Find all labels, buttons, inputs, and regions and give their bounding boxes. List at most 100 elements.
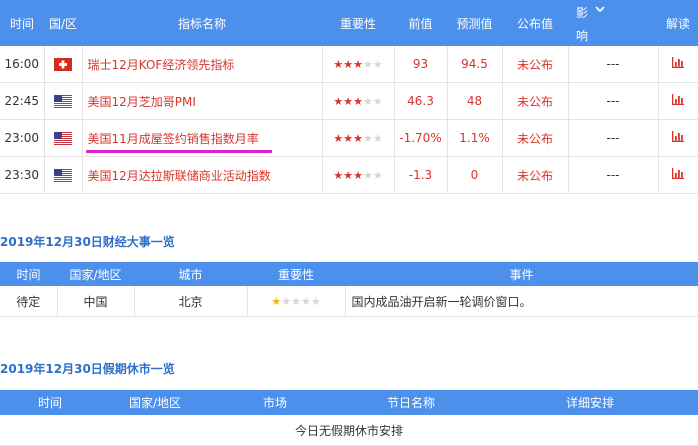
- events-header-time: 时间: [0, 262, 57, 286]
- usa-flag-icon: [54, 132, 72, 145]
- star-icon: ★: [353, 58, 363, 71]
- events-header-importance: 重要性: [247, 262, 345, 286]
- header-importance: 重要性: [322, 0, 394, 46]
- indicator-row: 23:30 美国12月达拉斯联储商业活动指数 ★★★★★ -1.3 0 未公布 ---: [0, 156, 698, 194]
- row-impact: ---: [568, 46, 659, 83]
- header-region: 国/区: [44, 0, 82, 46]
- header-impact[interactable]: 影 响: [568, 0, 658, 46]
- holidays-header-details: 详细安排: [482, 390, 698, 415]
- row-analysis[interactable]: [658, 82, 698, 120]
- holidays-empty-text: 今日无假期休市安排: [0, 415, 698, 446]
- highlight-underline: [86, 150, 272, 153]
- star-icon: ★: [362, 58, 373, 71]
- row-actual: 未公布: [502, 119, 569, 157]
- star-icon: ★: [372, 95, 383, 108]
- star-icon: ★: [362, 169, 373, 182]
- row-actual: 未公布: [502, 46, 569, 83]
- holidays-title: 2019年12月30日假期休市一览: [0, 362, 175, 376]
- holidays-header-time: 时间: [0, 390, 100, 415]
- holidays-header-market: 市场: [210, 390, 340, 415]
- row-actual: 未公布: [502, 82, 569, 120]
- star-icon: ★: [281, 295, 292, 308]
- row-forecast: 48: [447, 82, 503, 120]
- star-icon: ★: [343, 95, 354, 108]
- holidays-table: 时间 国家/地区 市场 节日名称 详细安排 今日无假期休市安排: [0, 390, 698, 446]
- row-flag: [44, 156, 83, 194]
- events-header-city: 城市: [134, 262, 247, 286]
- bar-chart-icon[interactable]: [672, 57, 685, 71]
- star-icon: ★: [362, 132, 373, 145]
- event-time: 待定: [0, 286, 58, 317]
- header-previous: 前值: [394, 0, 447, 46]
- events-header-row: 时间 国家/地区 城市 重要性 事件: [0, 262, 698, 286]
- row-flag: [44, 119, 83, 157]
- row-forecast: 1.1%: [447, 119, 503, 157]
- header-analysis: 解读: [658, 0, 698, 46]
- holidays-empty-row: 今日无假期休市安排: [0, 415, 698, 446]
- row-analysis[interactable]: [658, 156, 698, 194]
- star-icon: ★: [343, 132, 354, 145]
- star-icon: ★: [333, 169, 344, 182]
- star-icon: ★: [372, 132, 383, 145]
- star-icon: ★: [353, 132, 363, 145]
- events-title: 2019年12月30日财经大事一览: [0, 235, 175, 249]
- holidays-header-holiday: 节日名称: [340, 390, 482, 415]
- header-impact-line1: 影: [576, 6, 589, 20]
- star-icon: ★: [333, 132, 344, 145]
- event-city: 北京: [134, 286, 248, 317]
- event-importance: ★★★★★: [247, 286, 346, 317]
- row-actual: 未公布: [502, 156, 569, 194]
- event-region: 中国: [57, 286, 135, 317]
- row-indicator-name[interactable]: 瑞士12月KOF经济领先指标: [82, 46, 323, 83]
- row-impact: ---: [568, 156, 659, 194]
- star-icon: ★: [291, 295, 301, 308]
- holidays-header-row: 时间 国家/地区 市场 节日名称 详细安排: [0, 390, 698, 415]
- row-impact: ---: [568, 119, 659, 157]
- events-header-event: 事件: [345, 262, 698, 286]
- row-analysis[interactable]: [658, 119, 698, 157]
- event-row: 待定 中国 北京 ★★★★★ 国内成品油开启新一轮调价窗口。: [0, 286, 698, 317]
- bar-chart-icon[interactable]: [672, 94, 685, 108]
- row-indicator-name[interactable]: 美国12月芝加哥PMI: [82, 82, 323, 120]
- usa-flag-icon: [54, 95, 72, 108]
- row-analysis[interactable]: [658, 46, 698, 83]
- star-icon: ★: [353, 95, 363, 108]
- indicator-row: 16:00 瑞士12月KOF经济领先指标 ★★★★★ 93 94.5 未公布 ---: [0, 46, 698, 83]
- calendar-page: 时间 国/区 指标名称 重要性 前值 预测值 公布值 影 响 解读 16:00 瑞…: [0, 0, 698, 446]
- event-description: 国内成品油开启新一轮调价窗口。: [345, 286, 698, 317]
- row-previous: -1.70%: [394, 119, 448, 157]
- row-time: 16:00: [0, 46, 45, 83]
- indicators-header-row: 时间 国/区 指标名称 重要性 前值 预测值 公布值 影 响 解读: [0, 0, 698, 46]
- row-impact: ---: [568, 82, 659, 120]
- usa-flag-icon: [54, 169, 72, 182]
- row-time: 23:30: [0, 156, 45, 194]
- row-forecast: 94.5: [447, 46, 503, 83]
- header-name: 指标名称: [82, 0, 322, 46]
- indicators-table: 时间 国/区 指标名称 重要性 前值 预测值 公布值 影 响 解读 16:00 瑞…: [0, 0, 698, 194]
- row-importance: ★★★★★: [322, 82, 395, 120]
- events-header-region: 国家/地区: [57, 262, 134, 286]
- chevron-down-icon[interactable]: [595, 3, 605, 17]
- star-icon: ★: [310, 295, 321, 308]
- header-impact-line2: 响: [576, 29, 589, 43]
- bar-chart-icon[interactable]: [672, 131, 685, 145]
- star-icon: ★: [343, 169, 354, 182]
- star-icon: ★: [333, 58, 344, 71]
- row-previous: 93: [394, 46, 448, 83]
- indicator-row: 22:45 美国12月芝加哥PMI ★★★★★ 46.3 48 未公布 ---: [0, 82, 698, 120]
- row-importance: ★★★★★: [322, 156, 395, 194]
- row-flag: [44, 82, 83, 120]
- star-icon: ★: [353, 169, 363, 182]
- star-icon: ★: [271, 295, 282, 308]
- header-actual: 公布值: [502, 0, 568, 46]
- events-table: 时间 国家/地区 城市 重要性 事件 待定 中国 北京 ★★★★★ 国内成品油开启新一轮…: [0, 262, 698, 317]
- row-indicator-name[interactable]: 美国12月达拉斯联储商业活动指数: [82, 156, 323, 194]
- star-icon: ★: [362, 95, 373, 108]
- header-time: 时间: [0, 0, 44, 46]
- holidays-header-region: 国家/地区: [100, 390, 210, 415]
- row-flag: [44, 46, 83, 83]
- bar-chart-icon[interactable]: [672, 168, 685, 182]
- row-previous: 46.3: [394, 82, 448, 120]
- row-importance: ★★★★★: [322, 119, 395, 157]
- header-forecast: 预测值: [447, 0, 502, 46]
